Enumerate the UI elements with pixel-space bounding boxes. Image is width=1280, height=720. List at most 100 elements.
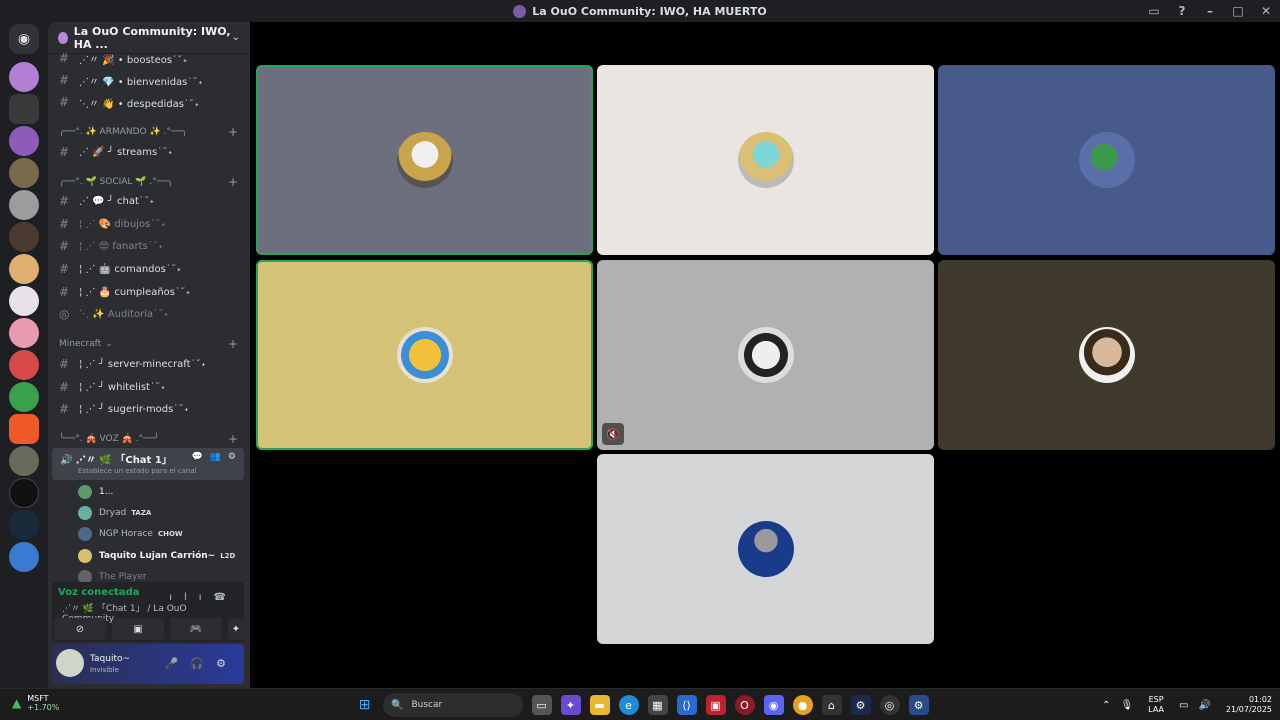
language-indicator[interactable]: ESP LAA xyxy=(1148,695,1164,715)
soundboard-button[interactable]: ✦ xyxy=(228,618,244,640)
channel-item[interactable]: # ⋰ 💬 ╯ chat˙ ᷃ ˖ xyxy=(48,191,250,211)
obs-icon[interactable]: ◎ xyxy=(879,695,900,715)
voice-user-name: NGP Horace xyxy=(99,529,153,539)
edge-icon[interactable]: e xyxy=(618,695,639,715)
participant-tile[interactable] xyxy=(938,260,1275,450)
channel-item[interactable]: # ¦ ⋰ ╯ server-minecraft˙ ᷃ ˖ xyxy=(48,354,250,374)
voice-connected-label[interactable]: Voz conectada xyxy=(58,587,139,598)
server-icon[interactable] xyxy=(9,254,39,284)
disconnect-icon[interactable]: ☎ xyxy=(214,592,238,603)
server-rail: ◉ xyxy=(0,22,48,688)
settings-icon[interactable]: ⚙ xyxy=(908,695,929,715)
participant-tile[interactable] xyxy=(256,65,593,255)
channel-item[interactable]: # ¦ ⋰ 😍 fanarts˙ ᷃ ˖ xyxy=(48,236,250,256)
copilot-icon[interactable]: ✦ xyxy=(560,695,581,715)
activities-button[interactable]: 🎮 xyxy=(170,618,222,640)
plus-icon[interactable]: + xyxy=(228,337,238,351)
vscode-icon[interactable]: ⟨⟩ xyxy=(676,695,697,715)
avatar xyxy=(737,521,794,577)
close-button[interactable]: ✕ xyxy=(1252,0,1280,22)
server-icon[interactable] xyxy=(9,222,39,252)
voice-user[interactable]: Taquito Lujan Carrión~ L2D xyxy=(78,546,235,566)
plus-icon[interactable]: + xyxy=(228,175,238,189)
voice-user[interactable]: 1... xyxy=(78,482,113,502)
steam-icon[interactable]: ⚙ xyxy=(850,695,871,715)
channel-item[interactable]: # ⋰ 🚀 ╯ streams˙ ᷃ ˖ xyxy=(48,142,250,162)
server-icon[interactable] xyxy=(9,382,39,412)
channel-item[interactable]: # ⋰〃 💎 • bienvenidas˙ ᷃ ˖ xyxy=(48,70,250,90)
server-icon[interactable] xyxy=(9,94,39,124)
user-panel-controls: 🎤🎧⚙ xyxy=(165,657,238,670)
discord-home-icon[interactable]: ◉ xyxy=(9,24,39,54)
chrome-icon[interactable]: ● xyxy=(792,695,813,715)
participant-tile[interactable] xyxy=(597,454,934,644)
participant-tile[interactable] xyxy=(597,65,934,255)
category-armando[interactable]: ╭──°. ✨ ARMANDO ✨ .°──╮ + xyxy=(48,124,250,140)
hash-icon: # xyxy=(59,217,70,231)
speaker-icon: 🔊 xyxy=(60,455,76,466)
opera-icon[interactable]: O xyxy=(734,695,755,715)
server-icon[interactable] xyxy=(9,190,39,220)
channel-item[interactable]: # ⋱〃 👋 • despedidas˙ ᷃ ˖ xyxy=(48,92,250,112)
screen-share-icon: ▣ xyxy=(133,623,143,635)
voice-channel-actions[interactable]: 💬 👥 ⚙ xyxy=(192,452,238,462)
category-minecraft[interactable]: Minecraft ⌄ + xyxy=(48,336,250,352)
soundboard-icon[interactable]: ılı xyxy=(169,592,213,603)
discord-icon[interactable]: ◉ xyxy=(763,695,784,715)
minimize-button[interactable]: – xyxy=(1196,0,1224,22)
voice-channel-chat1[interactable]: 🔊 ⋰〃 🌿 「Chat 1」 Establece un estado para… xyxy=(52,448,244,480)
chevron-up-icon[interactable]: ⌃ xyxy=(1102,700,1110,711)
participant-tile[interactable]: 🔇 xyxy=(597,260,934,450)
stock-widget[interactable]: ▲ MSFT +1.70% xyxy=(12,694,59,712)
server-icon[interactable] xyxy=(9,158,39,188)
server-icon[interactable] xyxy=(9,414,39,444)
network-icon[interactable]: ▭ xyxy=(1179,700,1188,711)
category-voz[interactable]: ╰──°. 🎪 VOZ 🎪 .°──╯ + xyxy=(48,431,250,447)
task-view-icon[interactable]: ▭ xyxy=(531,695,552,715)
server-icon[interactable] xyxy=(9,446,39,476)
channel-item[interactable]: # ¦ ⋰ ╯ sugerir-mods˙ ᷃ ˖ xyxy=(48,399,250,419)
category-social[interactable]: ╭──°. 🌱 SOCIAL 🌱 .°──╮ + xyxy=(48,174,250,190)
clock[interactable]: 01:02 21/07/2025 xyxy=(1226,695,1272,715)
file-explorer-icon[interactable]: ▬ xyxy=(589,695,610,715)
camera-button[interactable]: ⊘ xyxy=(54,618,106,640)
windows-start-icon[interactable]: ⊞ xyxy=(355,695,375,715)
participant-tile[interactable] xyxy=(938,65,1275,255)
plus-icon[interactable]: + xyxy=(228,432,238,446)
voice-channel-label: ⋰〃 🌿 「Chat 1」 xyxy=(75,455,172,466)
server-icon[interactable] xyxy=(9,542,39,572)
server-icon[interactable] xyxy=(9,350,39,380)
voice-user[interactable]: NGP Horace CHOW xyxy=(78,524,183,544)
headphones-icon[interactable]: 🎧 xyxy=(190,657,216,670)
search-box[interactable]: 🔍 Buscar xyxy=(383,693,523,717)
channel-item[interactable]: ◎ ⋱ ✨ Auditoria˙ ᷃ ˖ xyxy=(48,304,250,324)
channel-item[interactable]: # ¦ ⋰ 🤖 comandos˙ ᷃ ˖ xyxy=(48,259,250,279)
plus-icon[interactable]: + xyxy=(228,125,238,139)
volume-icon[interactable]: 🔊 xyxy=(1198,700,1210,711)
microphone-icon[interactable]: 🎤 xyxy=(165,657,191,670)
user-panel[interactable]: Taquito~ Invisible 🎤🎧⚙ xyxy=(52,644,244,684)
inbox-icon[interactable]: ▭ xyxy=(1140,0,1168,22)
channel-item[interactable]: # ¦ ⋰ ╯ whitelist˙ ᷃ ˖ xyxy=(48,377,250,397)
server-icon[interactable] xyxy=(9,510,39,540)
guild-tag: CHOW xyxy=(157,530,183,538)
server-icon-active[interactable] xyxy=(9,126,39,156)
voice-channel-status[interactable]: Establece un estado para el canal xyxy=(78,467,197,475)
server-icon[interactable] xyxy=(9,62,39,92)
voice-user[interactable]: Dryad TAZA xyxy=(78,503,151,523)
participant-tile[interactable] xyxy=(256,260,593,450)
channel-item[interactable]: # ¦ ⋰ 🎨 dibujos˙ ᷃ ˖ xyxy=(48,214,250,234)
maximize-button[interactable]: □ xyxy=(1224,0,1252,22)
github-icon[interactable]: ⌂ xyxy=(821,695,842,715)
server-icon[interactable] xyxy=(9,478,39,508)
store-icon[interactable]: ▦ xyxy=(647,695,668,715)
server-icon[interactable] xyxy=(9,318,39,348)
help-icon[interactable]: ? xyxy=(1168,0,1196,22)
app-icon[interactable]: ▣ xyxy=(705,695,726,715)
screen-share-button[interactable]: ▣ xyxy=(112,618,164,640)
server-icon[interactable] xyxy=(9,286,39,316)
channel-item[interactable]: # ⋰〃 🎉 • boosteos˙ ᷃ ˖ xyxy=(48,48,250,68)
gear-icon[interactable]: ⚙ xyxy=(216,657,238,670)
channel-item[interactable]: # ¦ ⋰ 🎂 cumpleaños˙ ᷃ ˖ xyxy=(48,282,250,302)
microphone-icon[interactable]: 🎙 xyxy=(1120,700,1133,711)
